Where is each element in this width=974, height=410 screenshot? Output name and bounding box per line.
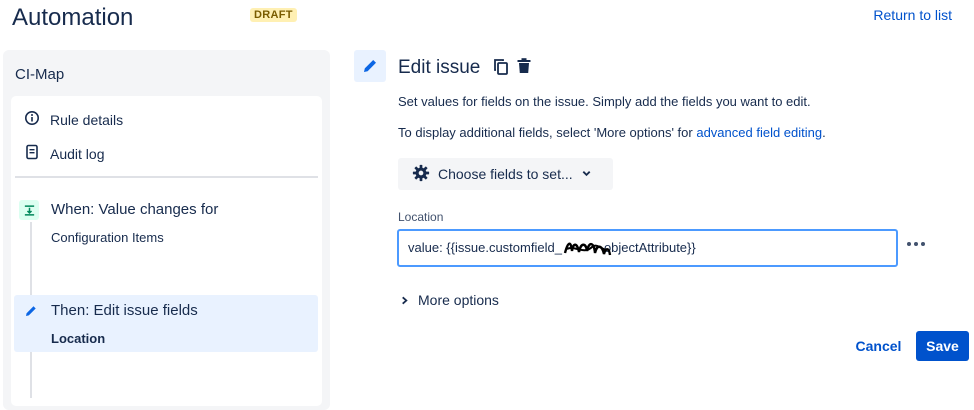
- divider: [15, 176, 318, 178]
- trigger-component-title[interactable]: When: Value changes for: [51, 201, 218, 218]
- component-connector: [30, 222, 32, 295]
- choose-fields-button[interactable]: Choose fields to set...: [398, 158, 613, 190]
- sidebar-item-audit-log[interactable]: Audit log: [24, 144, 104, 163]
- copy-icon[interactable]: [492, 58, 510, 76]
- status-badge: DRAFT: [250, 8, 297, 22]
- hint-period: .: [822, 125, 826, 140]
- rule-components-card: [11, 96, 322, 406]
- save-button[interactable]: Save: [916, 331, 969, 361]
- edit-action-icon: [354, 50, 386, 82]
- info-icon: [24, 110, 40, 129]
- advanced-field-editing-link[interactable]: advanced field editing: [696, 125, 822, 140]
- editor-description: Set values for fields on the issue. Simp…: [398, 94, 811, 109]
- gear-icon: [412, 164, 430, 185]
- trigger-component-subtitle: Configuration Items: [51, 230, 164, 245]
- sidebar-item-rule-details[interactable]: Rule details: [24, 110, 123, 129]
- redaction-scribble: [563, 242, 612, 256]
- value-suffix: objectAttribute}}: [603, 240, 696, 255]
- action-component-subtitle: Location: [51, 331, 106, 346]
- value-prefix: value: {{issue.customfield_: [408, 240, 562, 255]
- hint-text: To display additional fields, select 'Mo…: [398, 125, 697, 140]
- document-icon: [24, 144, 40, 163]
- return-to-list-link[interactable]: Return to list: [873, 7, 952, 23]
- action-component-title: Then: Edit issue fields: [51, 302, 198, 319]
- trash-icon[interactable]: [515, 57, 533, 75]
- cancel-button[interactable]: Cancel: [850, 331, 907, 361]
- chevron-down-icon: [581, 166, 592, 182]
- rule-name: CI-Map: [15, 66, 65, 83]
- sidebar-item-label: Audit log: [50, 145, 105, 162]
- component-connector: [30, 352, 32, 398]
- trigger-icon: [19, 200, 39, 220]
- more-actions-icon[interactable]: [905, 237, 927, 251]
- location-field-label: Location: [398, 210, 444, 224]
- more-options-toggle[interactable]: More options: [400, 292, 499, 308]
- pencil-icon: [24, 304, 38, 318]
- more-options-label: More options: [418, 292, 499, 308]
- sidebar-item-label: Rule details: [50, 111, 124, 128]
- chevron-right-icon: [400, 292, 409, 308]
- editor-title: Edit issue: [398, 57, 481, 78]
- location-field-input[interactable]: value: {{issue.customfield_ objectAttribu…: [397, 229, 898, 267]
- advanced-editing-hint: To display additional fields, select 'Mo…: [398, 125, 826, 140]
- page-title: Automation: [12, 4, 134, 31]
- choose-fields-label: Choose fields to set...: [438, 166, 573, 182]
